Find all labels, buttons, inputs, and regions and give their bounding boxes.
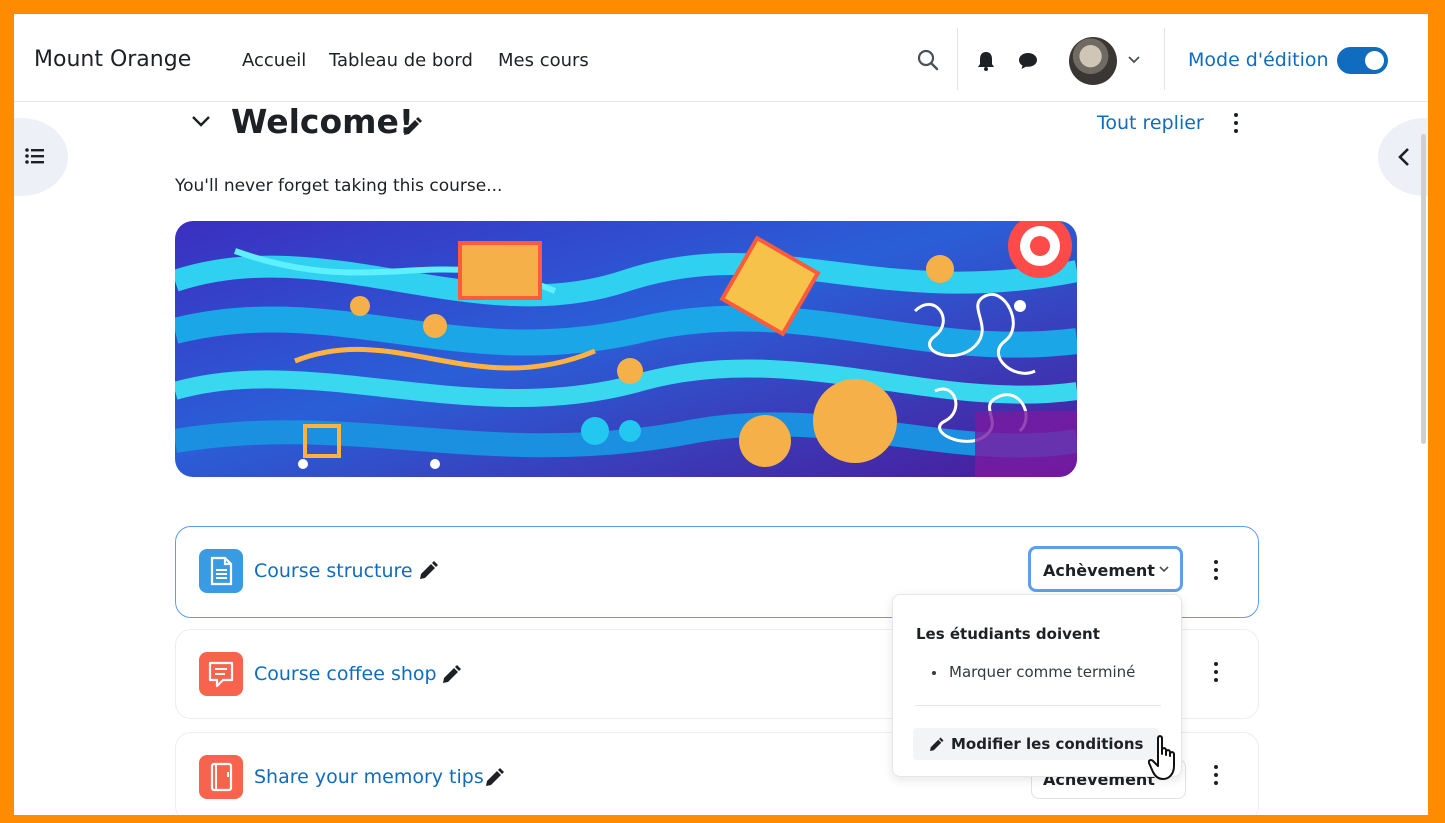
browser-frame: Mount Orange Accueil Tableau de bord Mes… [14, 14, 1428, 815]
nav-link-home[interactable]: Accueil [242, 50, 306, 71]
messages-icon[interactable] [1017, 51, 1039, 71]
section-title: Welcome! [231, 102, 414, 141]
edit-conditions-button[interactable]: Modifier les conditions [913, 728, 1159, 760]
bullet-dot [932, 671, 936, 675]
activity-name-link[interactable]: Course structure [254, 560, 413, 582]
edit-section-pencil-icon[interactable] [400, 115, 424, 139]
site-brand[interactable]: Mount Orange [34, 47, 191, 72]
dropdown-divider [915, 705, 1161, 706]
user-avatar[interactable] [1069, 37, 1117, 85]
collapse-all-link[interactable]: Tout replier [1097, 112, 1204, 134]
toggle-knob [1365, 51, 1384, 70]
edit-title-pencil-icon[interactable] [482, 766, 506, 790]
activity-actions-menu-icon[interactable] [1206, 763, 1226, 789]
chevron-down-icon [1159, 566, 1169, 573]
activity-name-link[interactable]: Share your memory tips [254, 766, 484, 788]
book-icon [199, 755, 243, 799]
section-summary: You'll never forget taking this course..… [175, 176, 503, 196]
navbar-divider [957, 28, 958, 90]
course-index-toggle[interactable] [14, 118, 68, 196]
chevron-down-icon[interactable] [1127, 55, 1141, 65]
forum-icon [199, 652, 243, 696]
section-actions-menu-icon[interactable] [1226, 111, 1246, 137]
activity-actions-menu-icon[interactable] [1206, 558, 1226, 584]
list-icon [25, 148, 44, 164]
edit-conditions-label: Modifier les conditions [951, 735, 1144, 753]
search-icon[interactable] [916, 48, 940, 72]
activity-actions-menu-icon[interactable] [1206, 660, 1226, 686]
completion-requirements-heading: Les étudiants doivent [916, 625, 1100, 643]
section-collapse-chevron-icon[interactable] [190, 114, 212, 128]
bell-icon[interactable] [976, 50, 996, 72]
chevron-left-icon [1398, 148, 1409, 166]
navbar-divider [1164, 28, 1165, 90]
completion-label: Achèvement [1043, 561, 1155, 580]
nav-link-dashboard[interactable]: Tableau de bord [329, 50, 473, 71]
hand-pointer-cursor-icon [1148, 735, 1175, 780]
edit-mode-toggle[interactable] [1337, 47, 1388, 74]
activity-name-link[interactable]: Course coffee shop [254, 663, 437, 685]
page-icon [199, 549, 243, 593]
edit-title-pencil-icon[interactable] [416, 559, 440, 583]
completion-dropdown-button[interactable]: Achèvement [1028, 546, 1183, 592]
edit-mode-label[interactable]: Mode d'édition [1188, 49, 1329, 71]
completion-condition-item: Marquer comme terminé [949, 663, 1136, 681]
page-scrollbar[interactable] [1421, 134, 1426, 444]
course-banner-image [175, 221, 1077, 477]
nav-link-my-courses[interactable]: Mes cours [498, 50, 589, 71]
edit-title-pencil-icon[interactable] [439, 663, 463, 687]
completion-dropdown-menu: Les étudiants doivent Marquer comme term… [892, 594, 1182, 777]
navbar: Mount Orange Accueil Tableau de bord Mes… [14, 14, 1428, 102]
pencil-icon [930, 737, 944, 751]
